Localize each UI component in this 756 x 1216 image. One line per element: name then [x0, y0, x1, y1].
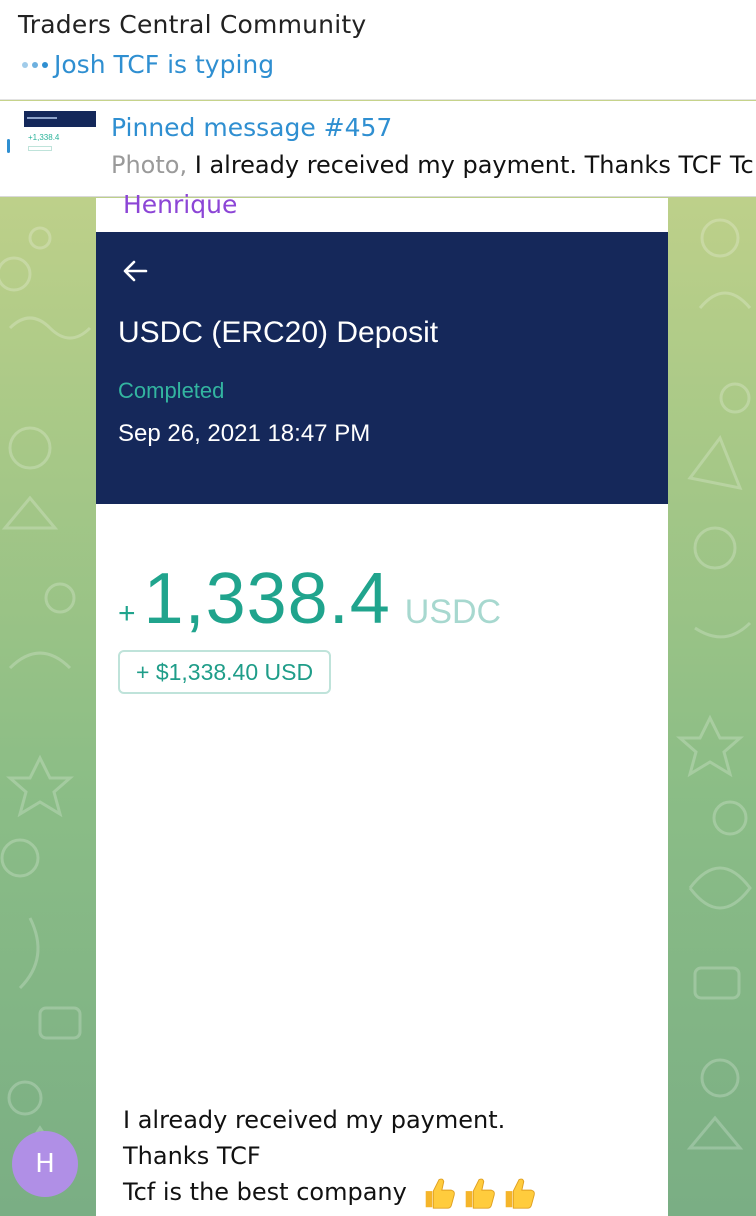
chat-header[interactable]: Traders Central Community Josh TCF is ty…: [0, 0, 756, 100]
typing-indicator: Josh TCF is typing: [22, 50, 274, 79]
thumbnail-usd-box: [28, 146, 52, 151]
caption-line: Tcf is the best company: [123, 1178, 407, 1206]
pinned-preview[interactable]: Photo, I already received my payment. Th…: [111, 151, 754, 179]
pin-accent-line: [7, 139, 10, 153]
deposit-header: USDC (ERC20) Deposit Completed Sep 26, 2…: [96, 232, 668, 504]
sender-avatar[interactable]: H: [12, 1131, 78, 1197]
pinned-media-label: Photo,: [111, 151, 188, 179]
pinned-title[interactable]: Pinned message #457: [111, 113, 392, 142]
typing-status-text: Josh TCF is typing: [54, 50, 275, 79]
caption-line: I already received my payment.: [123, 1106, 506, 1134]
deposit-date: Sep 26, 2021 18:47 PM: [118, 420, 371, 447]
message-photo[interactable]: USDC (ERC20) Deposit Completed Sep 26, 2…: [96, 232, 668, 1112]
amount-value: 1,338.4: [143, 559, 391, 639]
thumbs-up-emoji-group: [420, 1174, 538, 1212]
thumbs-up-icon: [506, 1178, 536, 1209]
deposit-status: Completed: [118, 378, 225, 403]
typing-dots-icon: [22, 61, 48, 68]
thumbs-up-icon: [466, 1178, 496, 1209]
amount-currency: USDC: [404, 593, 502, 631]
amount-sign: +: [118, 597, 136, 630]
message-caption: I already received my payment. Thanks TC…: [123, 1102, 538, 1212]
caption-line-with-emoji: Tcf is the best company: [123, 1174, 538, 1212]
pinned-photo-thumbnail[interactable]: +1,338.4: [24, 111, 96, 169]
sender-name[interactable]: Henrique: [123, 190, 237, 219]
thumbnail-amount: +1,338.4: [28, 133, 60, 142]
back-arrow-icon: [123, 260, 148, 282]
deposit-amount: + 1,338.4 USDC: [118, 558, 501, 640]
deposit-title: USDC (ERC20) Deposit: [118, 316, 439, 349]
pinned-message-bar[interactable]: +1,338.4 Pinned message #457 Photo, I al…: [0, 101, 756, 197]
thumbs-up-icon: [426, 1178, 456, 1209]
pinned-preview-text: I already received my payment. Thanks TC…: [194, 151, 754, 179]
message-bubble[interactable]: Henrique USDC (ERC20) Deposit Completed …: [96, 190, 668, 1216]
chat-title[interactable]: Traders Central Community: [18, 10, 366, 39]
caption-line: Thanks TCF: [123, 1142, 261, 1170]
usd-value-badge: + $1,338.40 USD: [118, 650, 332, 694]
thumbnail-header: [24, 111, 96, 127]
